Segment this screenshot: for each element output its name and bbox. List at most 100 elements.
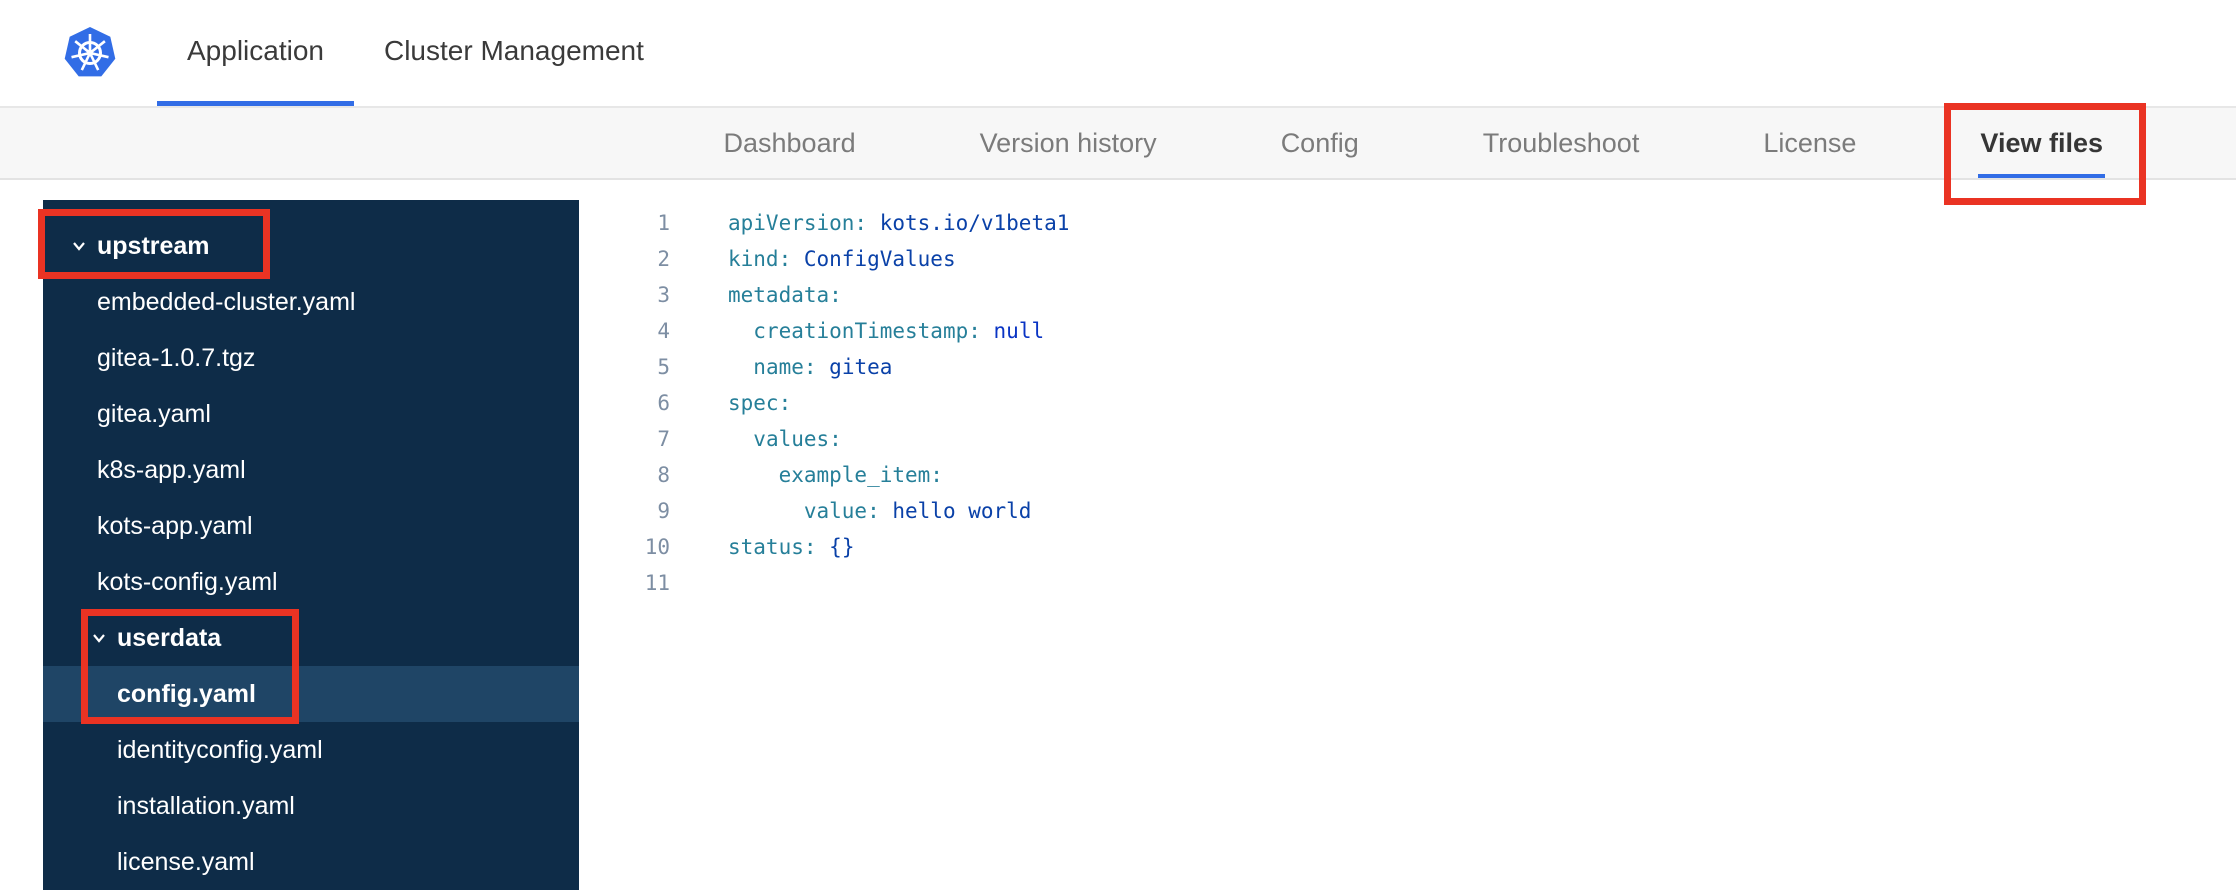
code-line[interactable]: 2 kind: ConfigValues [579, 241, 2236, 277]
code-token: hello world [892, 499, 1032, 523]
app-subnav: Dashboard Version history Config Troublesho… [0, 108, 2236, 180]
line-number: 3 [657, 283, 670, 307]
code-line[interactable]: 9 value: hello world [579, 493, 2236, 529]
tree-item-upstream[interactable]: upstream [43, 218, 579, 274]
line-content: values: [670, 421, 842, 457]
line-content: metadata: [670, 277, 842, 313]
code-token: value: [803, 499, 880, 523]
line-content: kind: ConfigValues [670, 241, 956, 277]
code-token: apiVersion: [728, 211, 868, 235]
tree-item-label: installation.yaml [117, 791, 295, 820]
tree-item-license-yaml[interactable]: license.yaml [43, 834, 579, 890]
line-number: 6 [657, 391, 670, 415]
tree-item-label: embedded-cluster.yaml [97, 287, 356, 316]
line-content: creationTimestamp: null [670, 313, 1044, 349]
code-line[interactable]: 5 name: gitea [579, 349, 2236, 385]
tree-item-gitea-yaml[interactable]: gitea.yaml [43, 386, 579, 442]
line-number: 9 [657, 499, 670, 523]
tree-item-kots-config-yaml[interactable]: kots-config.yaml [43, 554, 579, 610]
tree-item-embedded-cluster-yaml[interactable]: embedded-cluster.yaml [43, 274, 579, 330]
code-token: creationTimestamp: [753, 319, 981, 343]
subnav-item-label: View files [1980, 127, 2103, 158]
code-token: name: [753, 355, 817, 379]
line-content: name: gitea [670, 349, 892, 385]
code-line[interactable]: 10 status: {} [579, 529, 2236, 565]
code-token: example_item: [778, 463, 943, 487]
line-number: 8 [657, 463, 670, 487]
top-nav: Application Cluster Management [157, 0, 674, 106]
line-content: status: {} [670, 529, 854, 565]
kubernetes-logo-icon [62, 25, 118, 81]
tree-item-k8s-app-yaml[interactable]: k8s-app.yaml [43, 442, 579, 498]
tree-item-label: gitea.yaml [97, 399, 211, 428]
tree-item-label: upstream [97, 231, 210, 260]
line-content: example_item: [670, 457, 943, 493]
tree-item-label: identityconfig.yaml [117, 735, 323, 764]
tree-item-config-yaml[interactable]: config.yaml [43, 666, 579, 722]
code-token: spec: [728, 391, 792, 415]
tree-item-installation-yaml[interactable]: installation.yaml [43, 778, 579, 834]
tree-item-kots-app-yaml[interactable]: kots-app.yaml [43, 498, 579, 554]
subnav-item-version-history[interactable]: Version history [978, 108, 1159, 178]
tree-item-label: gitea-1.0.7.tgz [97, 343, 256, 372]
code-line[interactable]: 7 values: [579, 421, 2236, 457]
top-tab-application[interactable]: Application [157, 0, 354, 106]
line-number: 10 [644, 535, 670, 559]
tree-item-label: kots-app.yaml [97, 511, 253, 540]
code-token: metadata: [728, 283, 842, 307]
subnav-item-label: Config [1280, 127, 1359, 158]
subnav-item-license[interactable]: License [1761, 108, 1858, 178]
code-line[interactable]: 11 [579, 565, 2236, 601]
line-content [670, 565, 728, 601]
code-line[interactable]: 4 creationTimestamp: null [579, 313, 2236, 349]
code-token: ConfigValues [803, 247, 956, 271]
subnav-item-label: License [1763, 127, 1857, 158]
line-content: spec: [670, 385, 791, 421]
line-number: 4 [657, 319, 670, 343]
tree-item-userdata[interactable]: userdata [43, 610, 579, 666]
tree-item-label: userdata [117, 623, 222, 652]
code-token: {} [829, 535, 855, 559]
top-bar: Application Cluster Management [0, 0, 2236, 108]
line-number: 1 [657, 211, 670, 235]
code-token: status: [728, 535, 817, 559]
code-token: kind: [728, 247, 792, 271]
tree-item-gitea-1-0-7-tgz[interactable]: gitea-1.0.7.tgz [43, 330, 579, 386]
top-tab-label: Application [187, 34, 324, 66]
code-line[interactable]: 3 metadata: [579, 277, 2236, 313]
line-number: 7 [657, 427, 670, 451]
tree-item-label: config.yaml [117, 679, 256, 708]
line-number: 5 [657, 355, 670, 379]
subnav-item-label: Dashboard [723, 127, 856, 158]
code-token: values: [753, 427, 842, 451]
code-token: kots.io/v1beta1 [879, 211, 1070, 235]
subnav-item-label: Troubleshoot [1482, 127, 1640, 158]
subnav-item-dashboard[interactable]: Dashboard [722, 108, 858, 178]
tree-item-label: license.yaml [117, 847, 255, 876]
subnav-item-label: Version history [979, 127, 1157, 158]
file-editor[interactable]: 1 apiVersion: kots.io/v1beta1 2 kind: Confi… [579, 205, 2236, 890]
tree-item-identityconfig-yaml[interactable]: identityconfig.yaml [43, 722, 579, 778]
line-number: 2 [657, 247, 670, 271]
subnav-item-config[interactable]: Config [1279, 108, 1361, 178]
subnav-item-troubleshoot[interactable]: Troubleshoot [1481, 108, 1642, 178]
code-line[interactable]: 1 apiVersion: kots.io/v1beta1 [579, 205, 2236, 241]
line-content: apiVersion: kots.io/v1beta1 [670, 205, 1069, 241]
code-line[interactable]: 8 example_item: [579, 457, 2236, 493]
line-content: value: hello world [670, 493, 1032, 529]
top-tab-cluster-management[interactable]: Cluster Management [354, 0, 674, 106]
subnav-item-view-files[interactable]: View files [1978, 108, 2105, 178]
code-line[interactable]: 6 spec: [579, 385, 2236, 421]
tree-item-label: k8s-app.yaml [97, 455, 246, 484]
